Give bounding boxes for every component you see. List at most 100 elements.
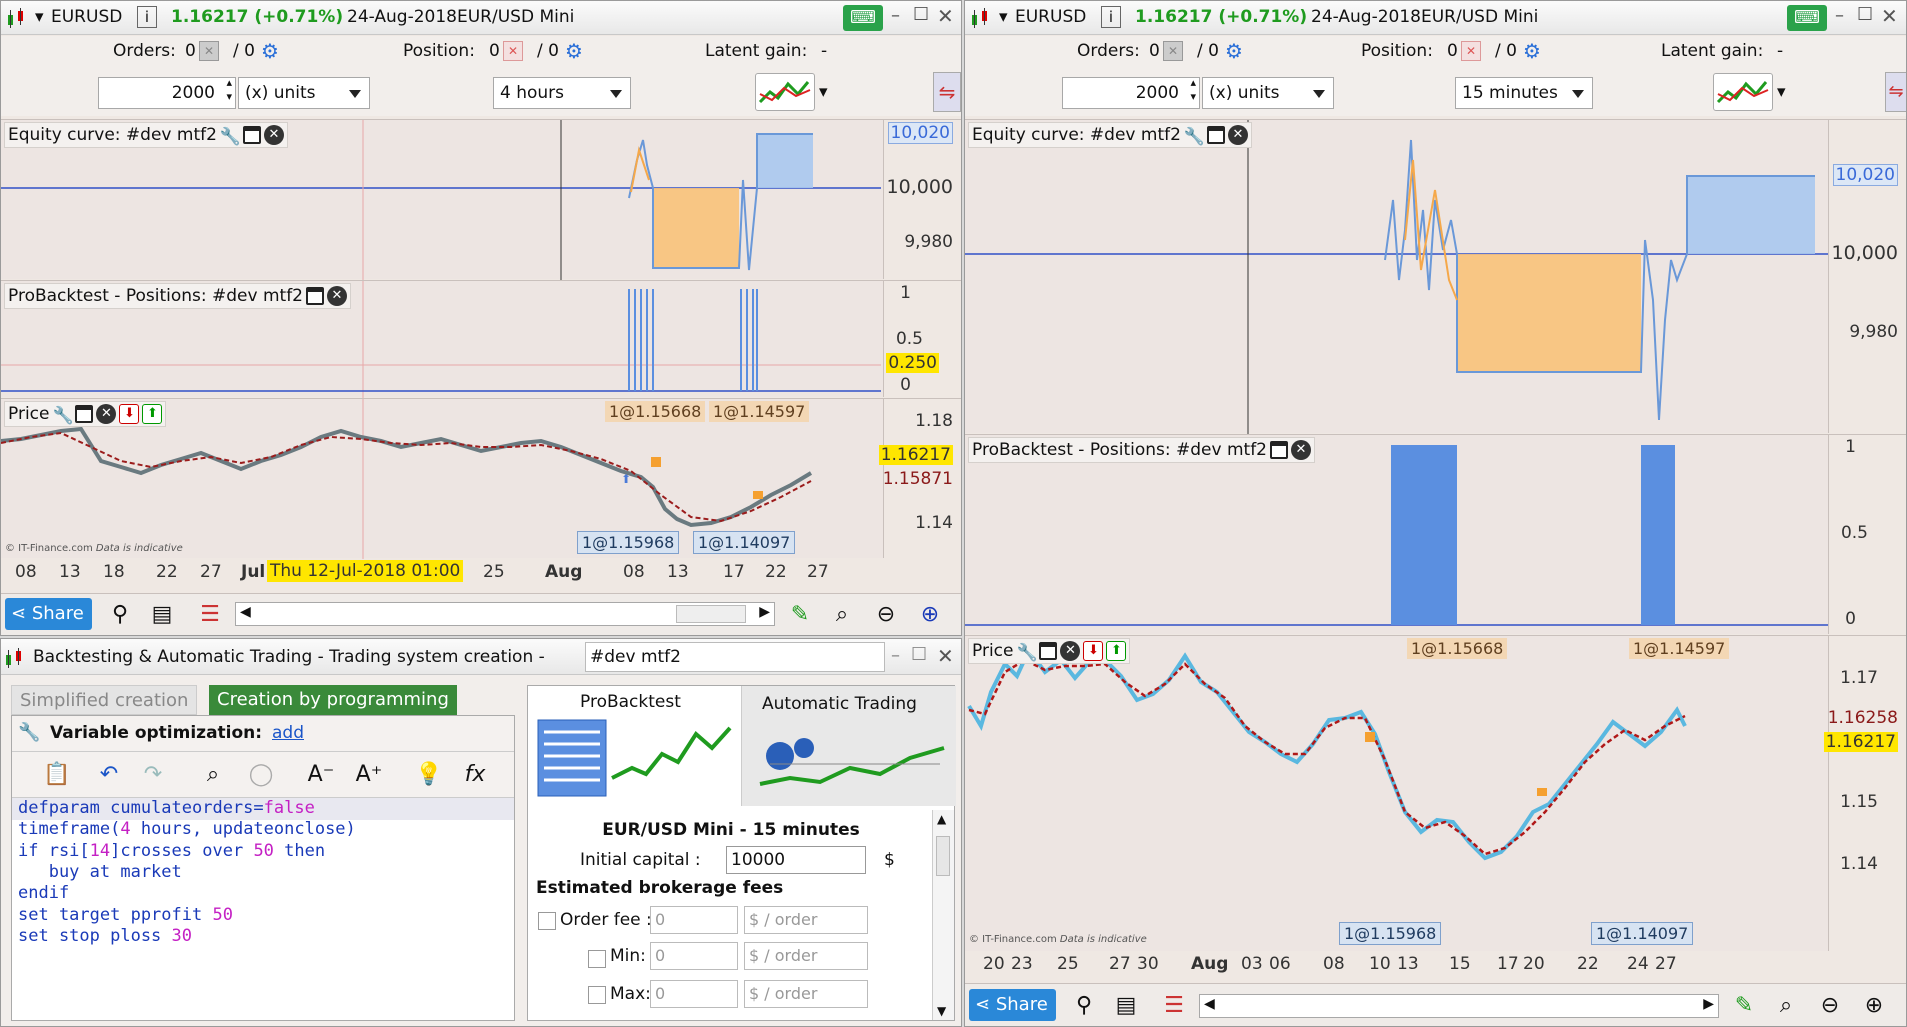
share-button[interactable]: ⋖ Share (5, 598, 92, 630)
list-icon[interactable]: ▤ (147, 600, 177, 630)
maximize-icon[interactable] (242, 126, 261, 144)
spinner-icon[interactable]: ▴ ▾ (1190, 76, 1196, 104)
paste-icon[interactable]: 📋 (42, 760, 72, 790)
position-gear-icon[interactable]: ⚙ (565, 39, 583, 63)
draw-icon[interactable]: ✎ (1729, 991, 1759, 1021)
wrench-icon[interactable]: 🔧 (220, 125, 241, 147)
link-icon[interactable]: ⚲ (105, 600, 135, 630)
min-checkbox[interactable] (588, 950, 606, 968)
wrench-icon[interactable]: 🔧 (52, 404, 73, 426)
scroll-left-icon[interactable]: ◀ (240, 604, 251, 620)
order-fee-checkbox[interactable] (538, 912, 556, 930)
symbol-dropdown-arrow[interactable]: ▾ (35, 7, 44, 27)
zoom-in-icon[interactable]: ⊕ (915, 600, 945, 630)
undo-icon[interactable]: ↶ (94, 760, 124, 790)
close-icon[interactable]: ✕ (937, 4, 954, 28)
maximize-icon[interactable]: ☐ (911, 644, 927, 665)
units-select[interactable]: (x) units (238, 77, 370, 109)
system-name-input[interactable]: #dev mtf2 (585, 642, 885, 672)
maximize-icon[interactable] (75, 405, 94, 423)
scroll-down-icon[interactable]: ▼ (937, 1004, 946, 1018)
position-close-icon[interactable]: ✕ (1461, 41, 1481, 61)
code-area[interactable]: defparam cumulateorders=false timeframe(… (12, 798, 514, 1020)
min-input[interactable]: 0 (650, 942, 738, 970)
timeframe-select[interactable]: 15 minutes (1455, 77, 1593, 109)
close-icon[interactable]: ✕ (1291, 440, 1311, 460)
close-icon[interactable]: ✕ (1060, 641, 1081, 661)
add-link[interactable]: add (272, 723, 304, 743)
bulb-icon[interactable]: 💡 (414, 760, 444, 790)
info-icon[interactable]: i (1101, 6, 1121, 28)
draw-icon[interactable]: ✎ (785, 600, 815, 630)
scroll-up-icon[interactable]: ▲ (937, 812, 946, 826)
zoom-fit-icon[interactable]: ⌕ (827, 600, 857, 630)
indicator-dropdown-icon[interactable]: ▾ (819, 82, 828, 102)
orders-gear-icon[interactable]: ⚙ (261, 39, 279, 63)
indicator-button[interactable] (755, 73, 815, 111)
spinner-icon[interactable]: ▴ ▾ (226, 76, 232, 104)
close-icon[interactable]: ✕ (1881, 4, 1898, 28)
link-icon[interactable]: ⚲ (1069, 991, 1099, 1021)
list-icon[interactable]: ▤ (1111, 991, 1141, 1021)
scroll-thumb[interactable] (936, 836, 950, 876)
zoom-fit-icon[interactable]: ⌕ (1771, 991, 1801, 1021)
font-smaller-icon[interactable]: A⁻ (306, 760, 336, 790)
position-gear-icon[interactable]: ⚙ (1523, 39, 1541, 63)
maximize-icon[interactable] (1270, 441, 1288, 459)
close-icon[interactable]: ✕ (327, 286, 347, 306)
close-icon[interactable]: ✕ (263, 125, 284, 145)
info-icon[interactable]: i (137, 6, 157, 28)
font-larger-icon[interactable]: A⁺ (354, 760, 384, 790)
redo-icon[interactable]: ↷ (138, 760, 168, 790)
tab-simplified-creation[interactable]: Simplified creation (11, 685, 198, 715)
side-panel-icon[interactable]: ⇋ (933, 72, 961, 112)
quantity-input[interactable]: 2000 ▴ ▾ (1062, 76, 1200, 109)
tab-creation-by-programming[interactable]: Creation by programming (209, 685, 457, 715)
side-panel-icon[interactable]: ⇋ (1885, 72, 1906, 112)
scroll-thumb[interactable] (676, 605, 746, 623)
zoom-in-icon[interactable]: ⊕ (1859, 991, 1889, 1021)
buy-arrow-icon[interactable]: ⬆ (1106, 641, 1127, 661)
horizontal-scrollbar[interactable]: ◀ ▶ (235, 602, 775, 626)
position-close-icon[interactable]: ✕ (503, 41, 523, 61)
order-fee-input[interactable]: 0 (650, 906, 738, 934)
keyboard-icon[interactable]: ⌨ (1787, 5, 1827, 31)
minimize-icon[interactable]: – (891, 645, 900, 666)
orders-cancel-icon[interactable]: ✕ (199, 41, 219, 61)
scroll-left-icon[interactable]: ◀ (1204, 996, 1215, 1012)
share-button[interactable]: ⋖ Share (969, 989, 1056, 1021)
units-select[interactable]: (x) units (1202, 77, 1334, 109)
probacktest-card[interactable]: ProBacktest (528, 686, 742, 806)
autotrading-card[interactable]: Automatic Trading (742, 686, 956, 806)
zoom-out-icon[interactable]: ⊖ (1815, 991, 1845, 1021)
close-icon[interactable]: ✕ (937, 644, 954, 668)
maximize-icon[interactable] (306, 287, 324, 305)
function-icon[interactable]: fx (460, 760, 490, 790)
bars-icon[interactable]: ☰ (195, 600, 225, 630)
comment-icon[interactable]: ◯ (246, 760, 276, 790)
bars-icon[interactable]: ☰ (1159, 991, 1189, 1021)
symbol-label[interactable]: EURUSD (51, 7, 122, 27)
wrench-icon[interactable]: 🔧 (1184, 125, 1205, 147)
max-input[interactable]: 0 (650, 980, 738, 1008)
max-checkbox[interactable] (588, 986, 606, 1004)
settings-scrollbar[interactable]: ▲ ▼ (932, 810, 954, 1020)
timeframe-select[interactable]: 4 hours (493, 77, 631, 109)
close-icon[interactable]: ✕ (96, 404, 117, 424)
symbol-label[interactable]: EURUSD (1015, 7, 1086, 27)
minimize-icon[interactable]: – (891, 5, 900, 26)
maximize-icon[interactable]: ☐ (913, 4, 929, 25)
maximize-icon[interactable]: ☐ (1857, 4, 1873, 25)
sell-arrow-icon[interactable]: ⬇ (119, 404, 140, 424)
close-icon[interactable]: ✕ (1227, 125, 1248, 145)
keyboard-icon[interactable]: ⌨ (843, 5, 883, 31)
search-icon[interactable]: ⌕ (198, 760, 228, 790)
indicator-dropdown-icon[interactable]: ▾ (1777, 82, 1786, 102)
symbol-dropdown-arrow[interactable]: ▾ (999, 7, 1008, 27)
horizontal-scrollbar[interactable]: ◀ ▶ (1199, 994, 1719, 1018)
wrench-icon[interactable]: 🔧 (1016, 641, 1037, 663)
zoom-out-icon[interactable]: ⊖ (871, 600, 901, 630)
maximize-icon[interactable] (1206, 126, 1225, 144)
maximize-icon[interactable] (1039, 642, 1058, 660)
scroll-right-icon[interactable]: ▶ (759, 604, 770, 620)
